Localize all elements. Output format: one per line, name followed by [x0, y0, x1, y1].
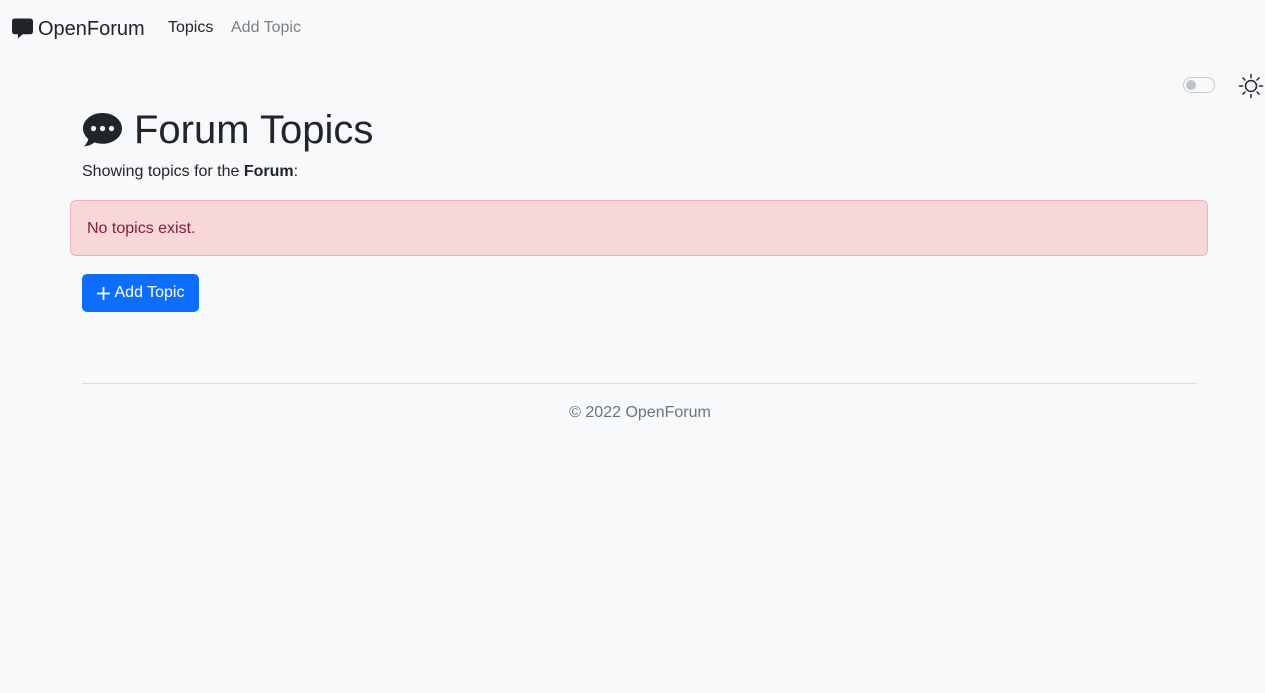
no-topics-alert: No topics exist.	[70, 200, 1208, 256]
top-navbar: OpenForum Topics Add Topic	[0, 0, 1265, 57]
brand-link[interactable]: OpenForum	[12, 17, 145, 41]
footer: © 2022 OpenForum	[0, 403, 1265, 423]
subtitle-prefix: Showing topics for the	[82, 163, 240, 180]
footer-divider	[82, 383, 1197, 384]
alert-text: No topics exist.	[87, 220, 196, 237]
page-title: Forum Topics	[82, 106, 373, 154]
sun-icon[interactable]	[1238, 73, 1264, 99]
page-title-text: Forum Topics	[134, 108, 374, 152]
nav-add-topic-link[interactable]: Add Topic	[231, 18, 301, 38]
subtitle-suffix: :	[293, 163, 299, 180]
chat-dots-icon	[83, 113, 122, 147]
toggle-knob	[1186, 80, 1196, 90]
add-topic-button-label: Add Topic	[114, 284, 185, 301]
theme-toggle[interactable]	[1183, 77, 1215, 93]
forum-name: Forum	[243, 163, 294, 180]
brand-label: OpenForum	[38, 18, 145, 40]
footer-text: © 2022 OpenForum	[569, 404, 711, 421]
chat-square-icon	[12, 18, 33, 39]
theme-controls	[1183, 72, 1265, 99]
plus-icon	[96, 286, 110, 300]
subtitle: Showing topics for the Forum:	[82, 162, 298, 182]
add-topic-button[interactable]: Add Topic	[82, 274, 199, 312]
nav-topics-link[interactable]: Topics	[168, 18, 213, 38]
